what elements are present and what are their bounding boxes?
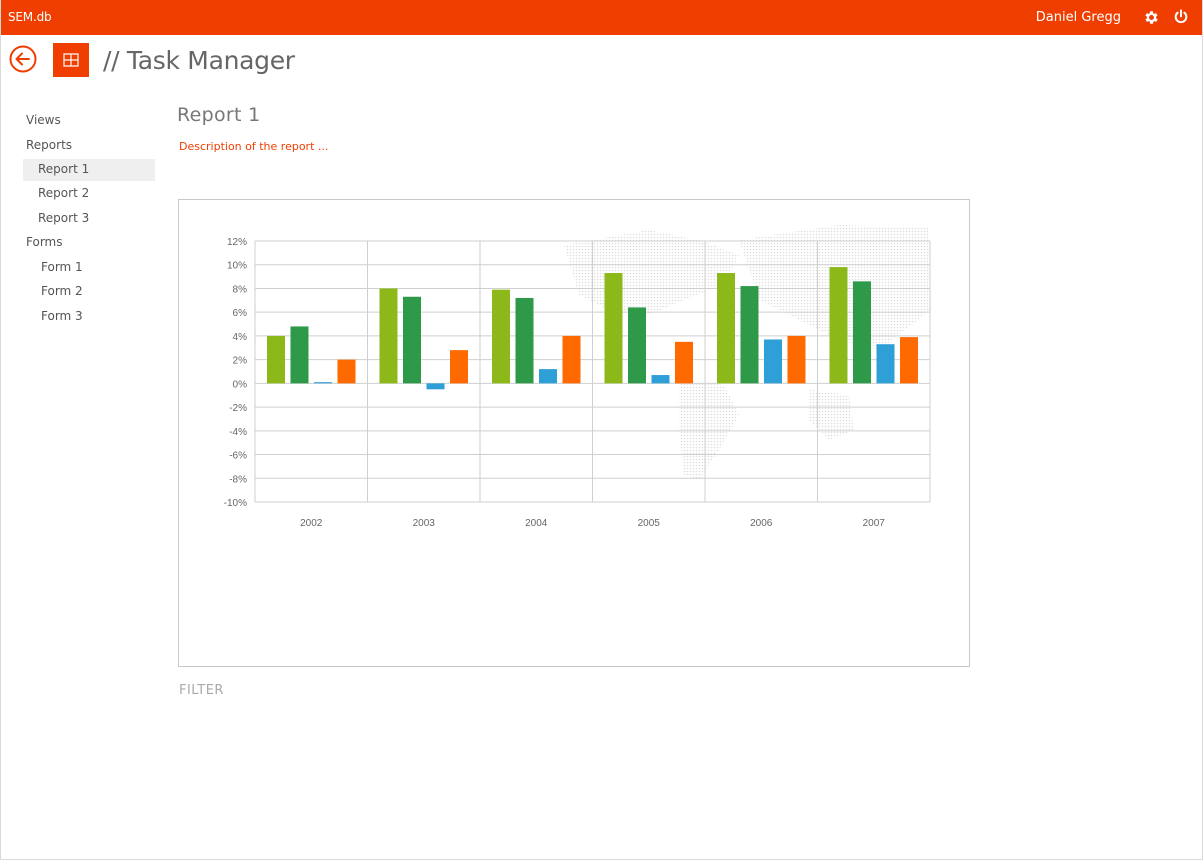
x-tick-label: 2005 bbox=[638, 518, 661, 529]
bar bbox=[426, 383, 445, 390]
bar bbox=[651, 375, 670, 384]
nav-item-forms[interactable]: Forms bbox=[23, 232, 155, 257]
y-tick-label: 4% bbox=[233, 332, 248, 343]
back-arrow-icon[interactable] bbox=[9, 45, 37, 73]
nav-item-views[interactable]: Views bbox=[23, 110, 155, 135]
bar bbox=[764, 339, 782, 384]
report-description: Description of the report ... bbox=[179, 140, 329, 153]
map-backdrop-0 bbox=[564, 230, 739, 315]
bar-chart: 12% 10% 8% 6% 4% 2% 0% -2% -4% -6% -8% -10% 2002 2003… bbox=[224, 225, 931, 529]
map-backdrop-3 bbox=[809, 390, 854, 440]
bar bbox=[562, 335, 581, 384]
x-tick-label: 2006 bbox=[750, 518, 773, 529]
y-tick-label: -4% bbox=[229, 427, 247, 438]
bar bbox=[515, 297, 534, 384]
bar bbox=[628, 307, 646, 384]
bar bbox=[853, 281, 871, 384]
bar bbox=[492, 289, 510, 384]
nav-item-reports[interactable]: Reports bbox=[23, 135, 155, 160]
bar bbox=[604, 273, 623, 384]
bar bbox=[314, 382, 332, 384]
y-tick-label: 12% bbox=[227, 237, 247, 248]
bar bbox=[900, 337, 918, 384]
bar bbox=[267, 335, 285, 384]
y-tick-label: -2% bbox=[229, 403, 247, 414]
y-tick-label: -6% bbox=[229, 451, 247, 462]
nav-item-form-3[interactable]: Form 3 bbox=[23, 306, 155, 331]
top-bar: SEM.db Daniel Gregg bbox=[0, 0, 1203, 35]
x-tick-label: 2003 bbox=[413, 518, 436, 529]
bar bbox=[539, 369, 557, 384]
power-icon[interactable] bbox=[1173, 9, 1189, 25]
y-tick-label: 6% bbox=[233, 308, 248, 319]
bar bbox=[403, 296, 421, 384]
sidebar-nav: Views Reports Report 1 Report 2 Report 3… bbox=[23, 110, 155, 330]
bar bbox=[787, 335, 806, 384]
chart-panel: 12% 10% 8% 6% 4% 2% 0% -2% -4% -6% -8% -10% 2002 2003… bbox=[178, 199, 970, 667]
nav-item-report-3[interactable]: Report 3 bbox=[23, 208, 155, 233]
y-tick-label: 2% bbox=[233, 356, 248, 367]
bar bbox=[337, 359, 356, 384]
nav-item-form-2[interactable]: Form 2 bbox=[23, 281, 155, 306]
x-tick-label: 2007 bbox=[863, 518, 886, 529]
y-tick-label: -8% bbox=[229, 474, 247, 485]
map-backdrop-1 bbox=[679, 380, 739, 480]
nav-item-report-1[interactable]: Report 1 bbox=[23, 159, 155, 181]
y-tick-label: 0% bbox=[233, 379, 248, 390]
bar bbox=[450, 350, 468, 384]
x-tick-label: 2004 bbox=[525, 518, 548, 529]
filter-label[interactable]: FILTER bbox=[179, 683, 224, 698]
bar bbox=[379, 288, 398, 384]
y-tick-label: -10% bbox=[224, 498, 247, 509]
x-tick-label: 2002 bbox=[300, 518, 323, 529]
nav-item-report-2[interactable]: Report 2 bbox=[23, 183, 155, 208]
bar bbox=[876, 344, 895, 384]
y-tick-label: 10% bbox=[227, 261, 247, 272]
bar bbox=[675, 341, 693, 384]
bar bbox=[290, 326, 309, 384]
bar bbox=[717, 273, 735, 384]
grid-icon bbox=[63, 53, 79, 67]
page-title: // Task Manager bbox=[103, 46, 295, 75]
app-name: SEM.db bbox=[8, 10, 52, 24]
grid-button[interactable] bbox=[53, 43, 89, 77]
y-tick-label: 8% bbox=[233, 284, 248, 295]
bar bbox=[829, 267, 848, 384]
report-title: Report 1 bbox=[177, 104, 261, 126]
bar bbox=[740, 286, 759, 384]
gear-icon[interactable] bbox=[1143, 9, 1160, 26]
user-name[interactable]: Daniel Gregg bbox=[1036, 10, 1121, 25]
nav-item-form-1[interactable]: Form 1 bbox=[23, 257, 155, 282]
